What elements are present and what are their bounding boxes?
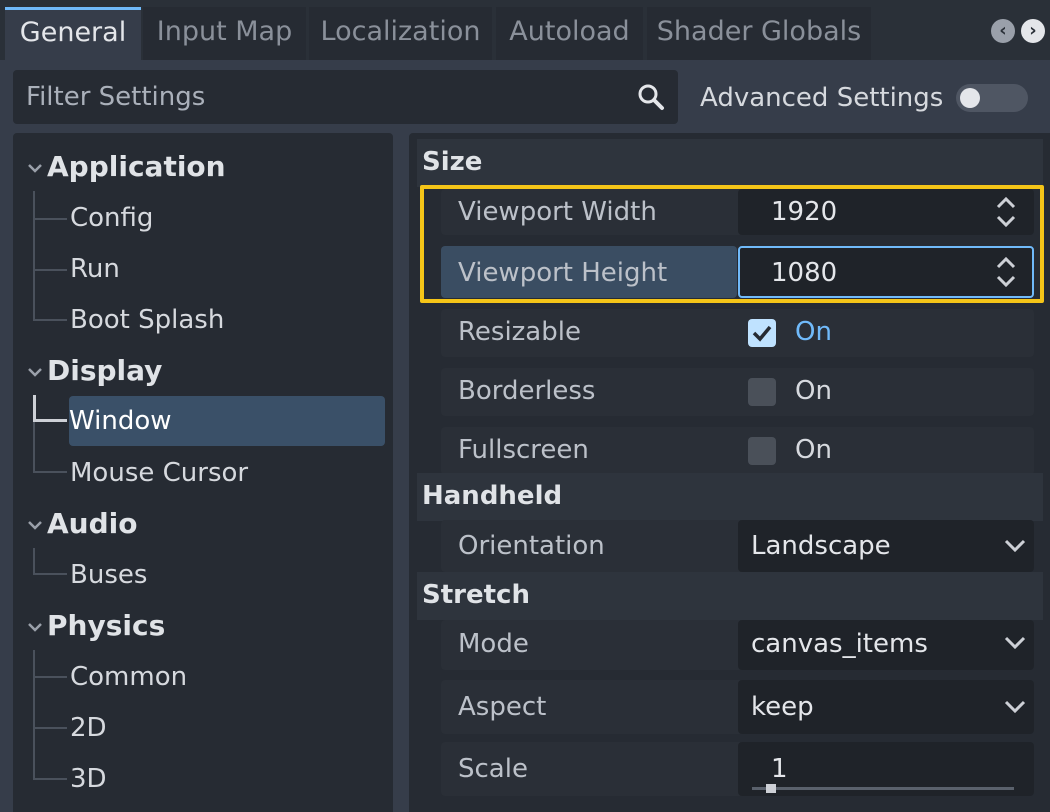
filter-settings-input[interactable]	[13, 70, 613, 124]
property-label-mode: Mode	[458, 629, 529, 659]
borderless-checkbox[interactable]	[748, 378, 776, 406]
property-label-fullscreen: Fullscreen	[458, 435, 589, 465]
resizable-checkbox[interactable]	[748, 319, 776, 347]
tree-guide-line	[33, 191, 35, 319]
tree-branch-line	[33, 419, 67, 422]
tree-item-config[interactable]: Config	[70, 198, 153, 238]
tree-guide-line-active	[33, 395, 36, 421]
tree-item-3d[interactable]: 3D	[70, 759, 107, 799]
tab-autoload[interactable]: Autoload	[496, 7, 643, 60]
tree-branch-line	[33, 778, 67, 780]
tree-branch-line	[33, 319, 67, 321]
tab-shader-globals[interactable]: Shader Globals	[647, 7, 871, 60]
chevron-down-icon	[28, 521, 42, 530]
group-header-stretch[interactable]: Stretch	[417, 572, 1043, 620]
tree-item-run[interactable]: Run	[70, 249, 120, 289]
tab-scroll-left-icon[interactable]: ‹	[991, 19, 1015, 43]
tree-guide-line	[33, 650, 35, 778]
chevron-down-icon[interactable]	[1002, 694, 1028, 720]
chevron-down-icon[interactable]	[1002, 630, 1028, 656]
tree-category-display[interactable]: Display	[13, 351, 162, 391]
tree-branch-line	[33, 471, 67, 473]
group-header-handheld[interactable]: Handheld	[417, 473, 1043, 521]
tree-branch-line	[33, 676, 67, 678]
property-label-borderless: Borderless	[458, 376, 596, 406]
annotation-highlight-box	[420, 185, 1044, 303]
property-label-resizable: Resizable	[458, 317, 581, 347]
tab-scroll-right-icon[interactable]: ›	[1021, 19, 1045, 43]
tree-item-mouse-cursor[interactable]: Mouse Cursor	[70, 453, 248, 493]
stretch-scale-value[interactable]: 1	[771, 749, 788, 789]
tree-item-buses[interactable]: Buses	[70, 555, 147, 595]
tab-input-map[interactable]: Input Map	[143, 7, 306, 60]
group-header-size[interactable]: Size	[417, 139, 1043, 187]
orientation-value[interactable]: Landscape	[751, 526, 891, 566]
settings-section-tree: Application Config Run Boot Splash Displ…	[13, 133, 393, 812]
toggle-knob	[960, 88, 980, 108]
property-label-scale: Scale	[458, 754, 528, 784]
tree-branch-line	[33, 269, 67, 271]
resizable-state-text[interactable]: On	[795, 312, 832, 352]
chevron-down-icon	[28, 368, 42, 377]
tree-category-physics[interactable]: Physics	[13, 606, 165, 646]
tree-item-2d[interactable]: 2D	[70, 708, 107, 748]
tree-item-boot-splash[interactable]: Boot Splash	[70, 300, 224, 340]
chevron-down-icon[interactable]	[1002, 533, 1028, 559]
property-label-aspect: Aspect	[458, 692, 547, 722]
stretch-aspect-value[interactable]: keep	[751, 687, 814, 727]
tree-category-audio[interactable]: Audio	[13, 504, 137, 544]
tree-branch-line	[33, 573, 67, 575]
tab-general[interactable]: General	[5, 7, 141, 60]
scale-slider-grabber[interactable]	[766, 784, 776, 793]
chevron-down-icon	[28, 164, 42, 173]
property-label-orientation: Orientation	[458, 531, 605, 561]
tree-branch-line	[33, 218, 67, 220]
checkmark-icon	[752, 325, 772, 342]
tree-item-window[interactable]: Window	[69, 396, 385, 446]
tree-guide-line	[33, 548, 35, 573]
tree-category-label: Audio	[47, 507, 138, 540]
borderless-state-text[interactable]: On	[795, 371, 832, 411]
tree-category-label: Physics	[47, 609, 166, 642]
scale-slider-track[interactable]	[752, 787, 1014, 790]
advanced-settings-label: Advanced Settings	[700, 83, 944, 113]
tree-item-common[interactable]: Common	[70, 657, 187, 697]
tree-category-label: Display	[47, 354, 163, 387]
tree-category-label: Application	[47, 150, 226, 183]
stretch-mode-value[interactable]: canvas_items	[751, 624, 928, 664]
fullscreen-checkbox[interactable]	[748, 437, 776, 465]
fullscreen-state-text[interactable]: On	[795, 430, 832, 470]
tree-branch-line	[33, 727, 67, 729]
tree-category-application[interactable]: Application	[13, 147, 226, 187]
filter-settings-box	[13, 70, 678, 124]
tab-localization[interactable]: Localization	[309, 7, 492, 60]
settings-tab-bar: General Input Map Localization Autoload …	[0, 0, 1050, 60]
search-icon[interactable]	[636, 82, 666, 112]
advanced-settings-toggle[interactable]	[956, 84, 1028, 112]
chevron-down-icon	[28, 623, 42, 632]
